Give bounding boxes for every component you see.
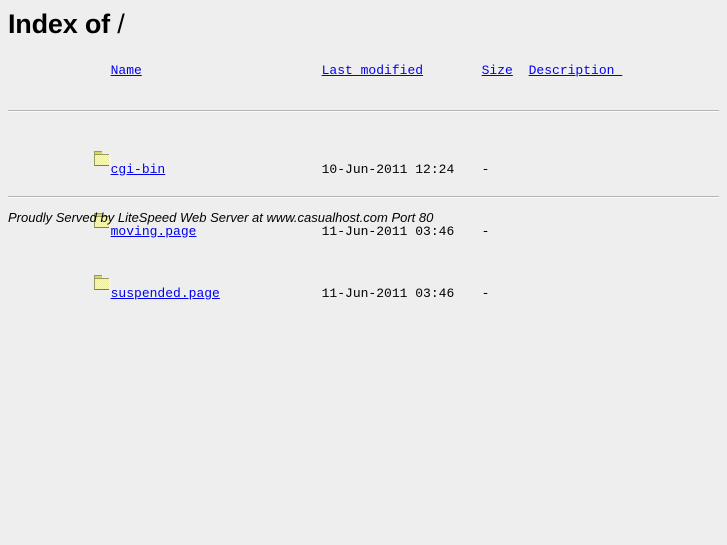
server-signature: Proudly Served by LiteSpeed Web Server a… [8, 210, 434, 225]
page-title-label: Index of [8, 9, 118, 39]
sort-by-name-link[interactable]: Name [111, 63, 142, 78]
table-header-row: Name Last modified Size Description [0, 58, 727, 84]
horizontal-rule [8, 110, 719, 112]
sort-by-size-link[interactable]: Size [482, 63, 513, 78]
index-table: Name Last modified Size Description cgi-… [0, 58, 727, 324]
folder-icon [93, 275, 111, 290]
row-size-cell: - [481, 285, 490, 301]
row-last-modified-cell: 11-Jun-2011 03:46 [321, 285, 455, 301]
page-title-path: / [117, 9, 125, 39]
folder-icon [93, 151, 111, 166]
table-row: suspended.page 11-Jun-2011 03:46 - [0, 262, 727, 324]
row-last-modified-cell: 10-Jun-2011 12:24 [321, 161, 455, 177]
table-row: cgi-bin 10-Jun-2011 12:24 - [0, 138, 727, 200]
row-size-cell: - [481, 161, 490, 177]
row-description-cell [529, 200, 727, 262]
header-separator-cell [0, 84, 727, 138]
header-cell-name: Name [111, 58, 322, 84]
header-cell-size: Size [482, 58, 529, 84]
row-icon-cell [0, 262, 111, 324]
directory-listing: Name Last modified Size Description cgi-… [0, 58, 727, 324]
footer-horizontal-rule [8, 196, 719, 198]
row-icon-cell [0, 138, 111, 200]
header-separator-row [0, 84, 727, 138]
row-description-cell [529, 138, 727, 200]
sort-by-last-modified-link[interactable]: Last modified [322, 63, 423, 78]
row-description-cell [529, 262, 727, 324]
directory-index-page: Index of / Name Last modified Size Descr… [0, 0, 727, 545]
row-size-cell: - [481, 223, 490, 239]
sort-by-description-link[interactable]: Description [529, 63, 623, 78]
header-icon-spacer [0, 58, 111, 84]
page-title: Index of / [8, 8, 125, 40]
header-cell-last-modified: Last modified [322, 58, 482, 84]
header-cell-description: Description [529, 58, 727, 84]
